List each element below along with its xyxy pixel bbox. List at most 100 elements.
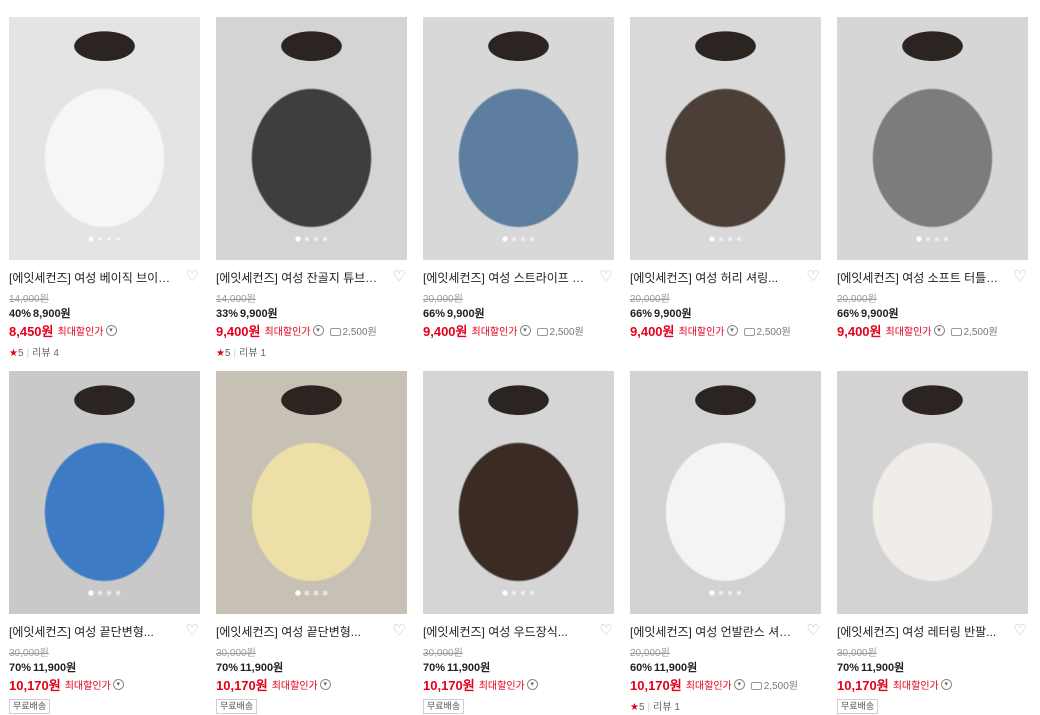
product-card[interactable]: [에잇세컨즈] 여성 스트라이프 립... ♡ 20,000원 66% 9,900원 9,…: [423, 17, 614, 339]
chevron-down-icon[interactable]: ▾: [519, 325, 531, 336]
pagination-dot[interactable]: [313, 236, 319, 242]
pagination-dot[interactable]: [295, 590, 301, 596]
heart-outline-icon[interactable]: ♡: [1012, 269, 1028, 285]
heart-outline-icon[interactable]: ♡: [1012, 623, 1028, 639]
chevron-down-icon[interactable]: ▾: [112, 679, 124, 690]
product-image[interactable]: [216, 371, 407, 614]
product-card[interactable]: [에잇세컨즈] 여성 허리 셔링... ♡ 20,000원 66% 9,900원 9,40…: [630, 17, 821, 339]
heart-outline-icon[interactable]: ♡: [184, 269, 200, 285]
coupon-amount: 2,500원: [763, 681, 798, 692]
pagination-dot[interactable]: [709, 590, 715, 596]
product-image[interactable]: [837, 371, 1028, 614]
product-card[interactable]: [에잇세컨즈] 여성 우드장식... ♡ 30,000원 70% 11,900원 10,1…: [423, 371, 614, 714]
product-card[interactable]: [에잇세컨즈] 여성 레터링 반팔... ♡ 30,000원 70% 11,900원 10…: [837, 371, 1028, 714]
image-pagination[interactable]: [423, 236, 614, 242]
pagination-dot[interactable]: [502, 236, 508, 242]
heart-outline-icon[interactable]: ♡: [805, 269, 821, 285]
product-title[interactable]: [에잇세컨즈] 여성 언발란스 셔링...: [630, 623, 800, 640]
product-card[interactable]: [에잇세컨즈] 여성 끝단변형... ♡ 30,000원 70% 11,900원 10,1…: [9, 371, 200, 714]
chevron-down-icon[interactable]: ▾: [940, 679, 952, 690]
chevron-down-icon[interactable]: ▾: [733, 679, 745, 690]
image-pagination[interactable]: [216, 590, 407, 596]
heart-outline-icon[interactable]: ♡: [391, 623, 407, 639]
pagination-dot[interactable]: [322, 590, 328, 596]
product-card[interactable]: [에잇세컨즈] 여성 끝단변형... ♡ 30,000원 70% 11,900원 10,1…: [216, 371, 407, 714]
pagination-dot[interactable]: [520, 590, 526, 596]
product-title[interactable]: [에잇세컨즈] 여성 스트라이프 립...: [423, 269, 593, 286]
pagination-dot[interactable]: [88, 590, 94, 596]
product-title[interactable]: [에잇세컨즈] 여성 잔골지 튜브탑...: [216, 269, 386, 286]
product-title[interactable]: [에잇세컨즈] 여성 베이직 브이넥...: [9, 269, 179, 286]
chevron-down-icon[interactable]: ▾: [105, 325, 117, 336]
pagination-dot[interactable]: [925, 236, 931, 242]
heart-outline-icon[interactable]: ♡: [391, 269, 407, 285]
pagination-dot[interactable]: [115, 590, 121, 596]
max-discount-label: 최대할인가: [64, 681, 111, 692]
pagination-dot[interactable]: [718, 590, 724, 596]
pagination-dot[interactable]: [529, 236, 535, 242]
pagination-dot[interactable]: [511, 236, 517, 242]
image-pagination[interactable]: [216, 236, 407, 242]
sale-price-row: 33% 9,900원: [216, 305, 407, 320]
image-pagination[interactable]: [630, 236, 821, 242]
pagination-dot[interactable]: [97, 590, 103, 596]
product-title[interactable]: [에잇세컨즈] 여성 우드장식...: [423, 623, 568, 640]
pagination-dot[interactable]: [106, 236, 112, 242]
pagination-dot[interactable]: [934, 236, 940, 242]
product-image[interactable]: [837, 17, 1028, 260]
pagination-dot[interactable]: [520, 236, 526, 242]
product-image[interactable]: [9, 371, 200, 614]
product-title[interactable]: [에잇세컨즈] 여성 소프트 터틀넥...: [837, 269, 1007, 286]
product-image[interactable]: [9, 17, 200, 260]
product-title[interactable]: [에잇세컨즈] 여성 허리 셔링...: [630, 269, 778, 286]
pagination-dot[interactable]: [511, 590, 517, 596]
pagination-dot[interactable]: [718, 236, 724, 242]
pagination-dot[interactable]: [727, 590, 733, 596]
divider: |: [647, 702, 651, 713]
chevron-down-icon[interactable]: ▾: [526, 679, 538, 690]
product-title[interactable]: [에잇세컨즈] 여성 끝단변형...: [216, 623, 361, 640]
pagination-dot[interactable]: [88, 236, 94, 242]
pagination-dot[interactable]: [709, 236, 715, 242]
product-image[interactable]: [630, 17, 821, 260]
pagination-dot[interactable]: [502, 590, 508, 596]
product-image[interactable]: [423, 371, 614, 614]
review-count: 리뷰 4: [32, 348, 59, 359]
product-card[interactable]: [에잇세컨즈] 여성 소프트 터틀넥... ♡ 20,000원 66% 9,900원 9,…: [837, 17, 1028, 339]
heart-outline-icon[interactable]: ♡: [598, 623, 614, 639]
product-card[interactable]: [에잇세컨즈] 여성 베이직 브이넥... ♡ 14,000원 40% 8,900원 8,…: [9, 17, 200, 359]
pagination-dot[interactable]: [304, 590, 310, 596]
pagination-dot[interactable]: [106, 590, 112, 596]
pagination-dot[interactable]: [529, 590, 535, 596]
image-pagination[interactable]: [423, 590, 614, 596]
product-image[interactable]: [630, 371, 821, 614]
chevron-down-icon[interactable]: ▾: [319, 679, 331, 690]
product-title[interactable]: [에잇세컨즈] 여성 레터링 반팔...: [837, 623, 996, 640]
pagination-dot[interactable]: [304, 236, 310, 242]
product-image[interactable]: [423, 17, 614, 260]
pagination-dot[interactable]: [97, 236, 103, 242]
pagination-dot[interactable]: [943, 236, 949, 242]
image-pagination[interactable]: [9, 590, 200, 596]
chevron-down-icon[interactable]: ▾: [312, 325, 324, 336]
pagination-dot[interactable]: [916, 236, 922, 242]
product-title[interactable]: [에잇세컨즈] 여성 끝단변형...: [9, 623, 154, 640]
chevron-down-icon[interactable]: ▾: [933, 325, 945, 336]
pagination-dot[interactable]: [736, 590, 742, 596]
product-card[interactable]: [에잇세컨즈] 여성 언발란스 셔링... ♡ 20,000원 60% 11,900원 1…: [630, 371, 821, 713]
image-pagination[interactable]: [837, 236, 1028, 242]
heart-outline-icon[interactable]: ♡: [805, 623, 821, 639]
pagination-dot[interactable]: [322, 236, 328, 242]
pagination-dot[interactable]: [313, 590, 319, 596]
pagination-dot[interactable]: [295, 236, 301, 242]
heart-outline-icon[interactable]: ♡: [598, 269, 614, 285]
pagination-dot[interactable]: [115, 236, 121, 242]
chevron-down-icon[interactable]: ▾: [726, 325, 738, 336]
product-card[interactable]: [에잇세컨즈] 여성 잔골지 튜브탑... ♡ 14,000원 33% 9,900원 9,…: [216, 17, 407, 359]
heart-outline-icon[interactable]: ♡: [184, 623, 200, 639]
pagination-dot[interactable]: [727, 236, 733, 242]
image-pagination[interactable]: [630, 590, 821, 596]
image-pagination[interactable]: [9, 236, 200, 242]
product-image[interactable]: [216, 17, 407, 260]
pagination-dot[interactable]: [736, 236, 742, 242]
